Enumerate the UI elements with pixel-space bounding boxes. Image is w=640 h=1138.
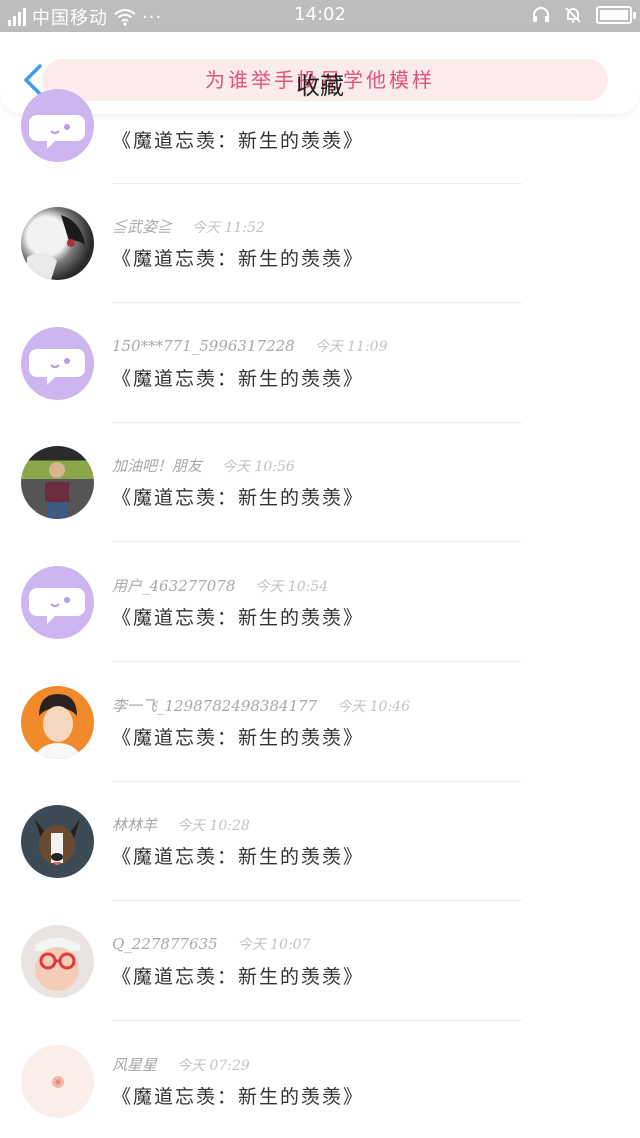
item-time: 今天 10:07	[237, 937, 311, 953]
item-time: 今天 10:54	[255, 579, 329, 595]
item-time: 今天 10:56	[222, 459, 295, 475]
item-time: 今天 11:09	[314, 339, 388, 355]
item-username: 用户_463277078	[112, 577, 236, 595]
item-meta: 风星星 今天 07:29	[112, 1054, 250, 1075]
item-title: 《魔道忘羡：新生的羡羡》	[112, 368, 365, 390]
item-title: 《魔道忘羡：新生的羡羡》	[112, 487, 365, 509]
divider	[112, 302, 522, 303]
item-username: ≦武姿≧	[112, 218, 173, 236]
list-item[interactable]: 用户_463277078 今天 10:54 《魔道忘羡：新生的羡羡》	[0, 559, 640, 679]
divider	[112, 541, 522, 542]
item-time: 今天 10:46	[337, 699, 410, 715]
item-meta: ≦武姿≧ 今天 11:52	[112, 216, 265, 237]
divider	[112, 661, 522, 662]
user-avatar	[21, 446, 94, 519]
list-item[interactable]: 《魔道忘羡：新生的羡羡》	[0, 32, 640, 184]
item-username: 150***771_5996317228	[112, 337, 295, 355]
item-title: 《魔道忘羡：新生的羡羡》	[112, 846, 365, 868]
chat-bubble-avatar	[21, 327, 94, 400]
user-avatar	[21, 925, 94, 998]
item-time: 今天 07:29	[177, 1058, 250, 1074]
headset-icon	[533, 7, 549, 22]
item-meta: 加油吧！朋友 今天 10:56	[112, 455, 295, 476]
list-item[interactable]: 加油吧！朋友 今天 10:56 《魔道忘羡：新生的羡羡》	[0, 439, 640, 559]
item-time: 今天 10:28	[177, 818, 250, 834]
item-meta: 150***771_5996317228 今天 11:09	[112, 336, 388, 356]
mute-bell-icon	[565, 7, 581, 23]
divider	[112, 1020, 522, 1021]
divider	[112, 781, 522, 782]
item-username: 加油吧！朋友	[112, 457, 203, 475]
item-title: 《魔道忘羡：新生的羡羡》	[112, 130, 365, 152]
item-meta: 李一飞_1298782498384177 今天 10:46	[112, 695, 410, 716]
item-username: 林林羊	[112, 816, 158, 834]
item-meta: Q_227877635 今天 10:07	[112, 934, 311, 954]
user-avatar	[21, 207, 94, 280]
list-item[interactable]: 风星星 今天 07:29 《魔道忘羡：新生的羡羡》	[0, 1038, 640, 1138]
list-item[interactable]: Q_227877635 今天 10:07 《魔道忘羡：新生的羡羡》	[0, 918, 640, 1038]
status-bar: 中国移动 ··· 14:02	[0, 0, 640, 32]
chat-bubble-avatar	[21, 89, 94, 162]
list-item[interactable]: 李一飞_1298782498384177 今天 10:46 《魔道忘羡：新生的羡…	[0, 679, 640, 799]
list-item[interactable]: 林林羊 今天 10:28 《魔道忘羡：新生的羡羡》	[0, 798, 640, 918]
list-item[interactable]: 150***771_5996317228 今天 11:09 《魔道忘羡：新生的羡…	[0, 320, 640, 440]
item-time: 今天 11:52	[192, 220, 265, 236]
item-meta: 林林羊 今天 10:28	[112, 814, 250, 835]
divider	[112, 900, 522, 901]
item-meta: 用户_463277078 今天 10:54	[112, 575, 328, 596]
item-title: 《魔道忘羡：新生的羡羡》	[112, 248, 365, 270]
item-title: 《魔道忘羡：新生的羡羡》	[112, 966, 365, 988]
item-title: 《魔道忘羡：新生的羡羡》	[112, 727, 365, 749]
status-right	[532, 6, 636, 24]
user-avatar	[21, 805, 94, 878]
chat-bubble-avatar	[21, 566, 94, 639]
item-username: 李一飞_1298782498384177	[112, 697, 318, 715]
item-title: 《魔道忘羡：新生的羡羡》	[112, 607, 365, 629]
divider	[112, 422, 522, 423]
battery-icon	[596, 6, 636, 24]
user-avatar	[21, 1045, 94, 1118]
item-title: 《魔道忘羡：新生的羡羡》	[112, 1086, 365, 1108]
list-item[interactable]: ≦武姿≧ 今天 11:52 《魔道忘羡：新生的羡羡》	[0, 200, 640, 320]
item-username: Q_227877635	[112, 935, 218, 953]
item-username: 风星星	[112, 1056, 158, 1074]
user-avatar	[21, 686, 94, 759]
divider	[112, 183, 522, 184]
